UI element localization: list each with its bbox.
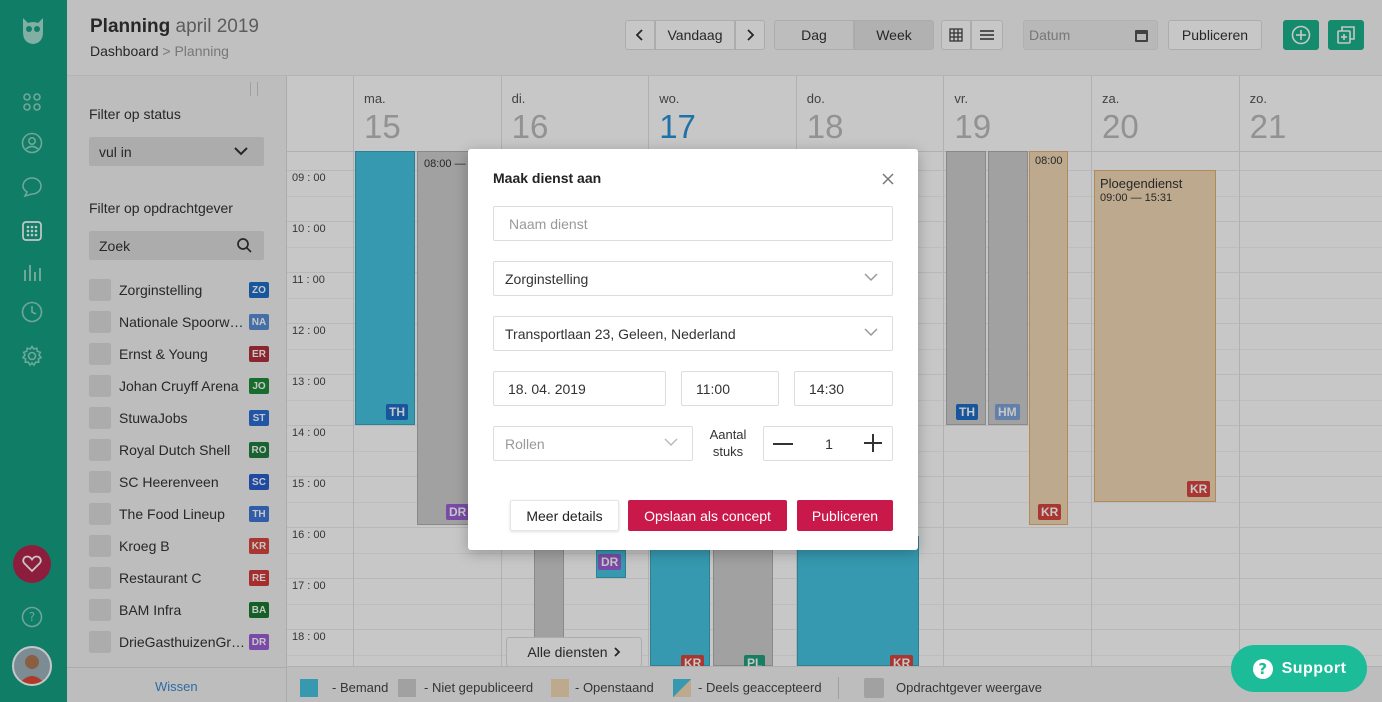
address-select-value: Transportlaan 23, Geleen, Nederland <box>505 325 736 342</box>
roles-select[interactable]: Rollen <box>493 426 693 461</box>
client-select[interactable]: Zorginstelling <box>493 261 893 296</box>
plus-icon[interactable] <box>864 434 882 452</box>
shift-date-value: 18. 04. 2019 <box>508 380 586 397</box>
start-time-value: 11:00 <box>696 380 730 397</box>
chevron-down-icon <box>664 438 678 447</box>
count-label: Aantal stuks <box>709 427 747 459</box>
support-label: Support <box>1281 659 1347 677</box>
chevron-down-icon <box>864 273 878 282</box>
shift-date-input[interactable]: 18. 04. 2019 <box>493 371 666 406</box>
end-time-input[interactable]: 14:30 <box>794 371 893 406</box>
help-circle-icon: ? <box>1252 658 1273 679</box>
close-icon[interactable] <box>882 173 894 185</box>
start-time-input[interactable]: 11:00 <box>681 371 779 406</box>
address-select[interactable]: Transportlaan 23, Geleen, Nederland <box>493 316 893 351</box>
create-shift-modal: Maak dienst aan Naam dienst Zorginstelli… <box>468 149 918 550</box>
roles-placeholder: Rollen <box>505 435 545 452</box>
shift-name-input[interactable]: Naam dienst <box>493 206 893 241</box>
save-concept-button[interactable]: Opslaan als concept <box>628 500 787 531</box>
count-stepper[interactable]: 1 <box>763 426 893 461</box>
support-button[interactable]: ? Support <box>1231 645 1367 692</box>
svg-text:?: ? <box>1258 660 1267 678</box>
minus-icon[interactable] <box>773 443 793 445</box>
chevron-down-icon <box>864 328 878 337</box>
shift-name-placeholder: Naam dienst <box>509 215 588 232</box>
modal-title: Maak dienst aan <box>493 170 602 186</box>
modal-publish-button[interactable]: Publiceren <box>797 500 893 531</box>
count-value: 1 <box>825 436 833 452</box>
end-time-value: 14:30 <box>809 380 845 397</box>
more-details-button[interactable]: Meer details <box>510 500 619 531</box>
client-select-value: Zorginstelling <box>505 270 589 287</box>
